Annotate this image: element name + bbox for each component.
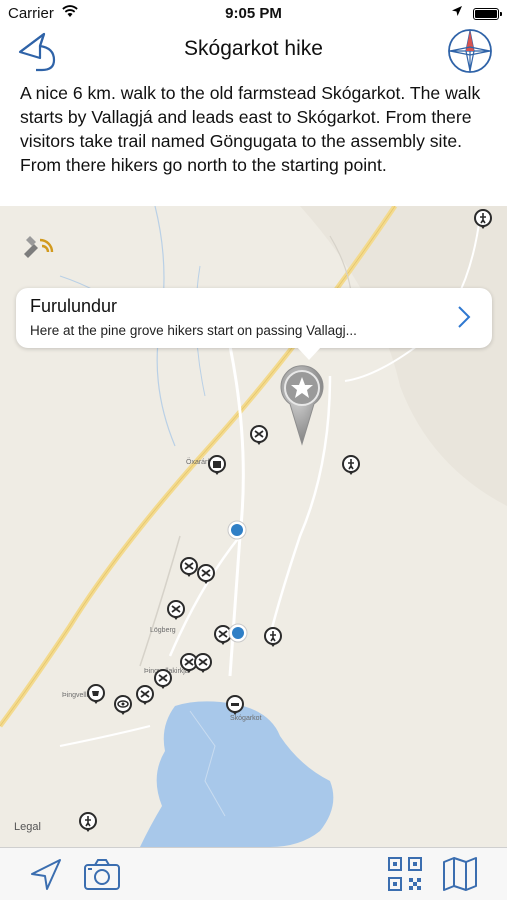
callout-subtitle: Here at the pine grove hikers start on p…: [30, 323, 357, 338]
label-skogarkot: Skógarkot: [230, 715, 262, 722]
chevron-right-icon[interactable]: [456, 304, 472, 330]
navigation-bar: Skógarkot hike: [0, 28, 507, 76]
clock: 9:05 PM: [225, 5, 282, 22]
page-title: Skógarkot hike: [184, 37, 323, 60]
callout-tail: [296, 346, 322, 360]
compass-icon[interactable]: [447, 28, 493, 74]
hiker-pin-icon[interactable]: [262, 626, 284, 648]
label-logberg: Lögberg: [150, 627, 176, 634]
route-point-icon[interactable]: [227, 622, 249, 644]
camera-icon[interactable]: [82, 854, 122, 894]
poi-callout[interactable]: Furulundur Here at the pine grove hikers…: [16, 288, 492, 360]
hiker-pin-icon[interactable]: [472, 208, 494, 230]
building-pin-icon[interactable]: [206, 454, 228, 476]
poi-pin-icon[interactable]: [195, 563, 217, 585]
poi-pin-icon[interactable]: [165, 599, 187, 621]
location-services-icon: [452, 6, 462, 16]
map-legal-link[interactable]: Legal: [14, 821, 41, 833]
hiker-pin-icon[interactable]: [77, 811, 99, 833]
poi-pin-icon[interactable]: [248, 424, 270, 446]
status-bar: Carrier 9:05 PM: [0, 0, 507, 28]
info-pin-icon[interactable]: [224, 694, 246, 716]
hiker-pin-icon[interactable]: [340, 454, 362, 476]
cafe-pin-icon[interactable]: [85, 683, 107, 705]
back-arrow-icon[interactable]: [16, 30, 60, 74]
hike-description: A nice 6 km. walk to the old farmstead S…: [20, 83, 481, 175]
battery-icon: [473, 8, 502, 20]
viewpoint-pin-icon[interactable]: [112, 694, 134, 716]
map-icon[interactable]: [440, 854, 480, 894]
selected-star-pin-icon[interactable]: [276, 362, 328, 446]
bottom-toolbar: [0, 847, 507, 900]
gps-signal-icon: [24, 236, 54, 258]
poi-pin-icon[interactable]: [134, 684, 156, 706]
route-point-icon[interactable]: [226, 519, 248, 541]
callout-title: Furulundur: [30, 296, 118, 316]
map-view[interactable]: Öxarárfoss Lögberg Þingvallakirkja Þingv…: [0, 206, 507, 847]
poi-pin-icon[interactable]: [192, 652, 214, 674]
qr-code-icon[interactable]: [385, 854, 425, 894]
location-arrow-icon[interactable]: [26, 854, 66, 894]
